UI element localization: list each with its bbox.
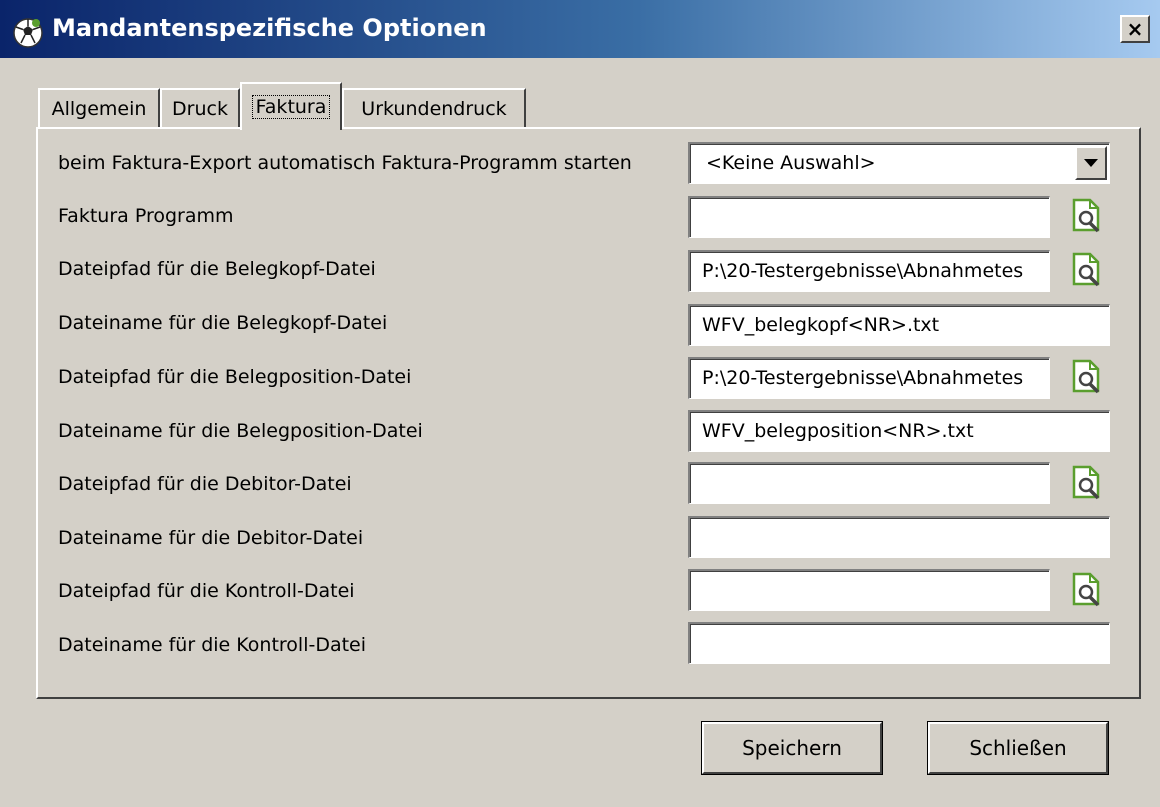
title-bar: Mandantenspezifische Optionen × (0, 0, 1160, 60)
close-icon: × (1126, 17, 1144, 41)
tab-label: Urkundendruck (361, 98, 507, 120)
close-button[interactable]: Schließen (928, 722, 1108, 774)
close-button-label: Schließen (969, 736, 1067, 760)
soccer-ball-icon (13, 18, 43, 48)
window-title: Mandantenspezifische Optionen (52, 14, 487, 42)
tab-label: Faktura (251, 95, 331, 119)
tab-allgemein[interactable]: Allgemein (38, 88, 160, 128)
save-button-label: Speichern (742, 736, 842, 760)
tab-label: Druck (172, 98, 228, 120)
tab-urkundendruck[interactable]: Urkundendruck (342, 88, 526, 128)
close-window-button[interactable]: × (1120, 15, 1150, 43)
tab-panel-faktura (36, 127, 1141, 699)
tab-faktura[interactable]: Faktura (240, 82, 342, 130)
tab-label: Allgemein (51, 98, 147, 120)
tab-druck[interactable]: Druck (160, 88, 240, 128)
save-button[interactable]: Speichern (702, 722, 882, 774)
